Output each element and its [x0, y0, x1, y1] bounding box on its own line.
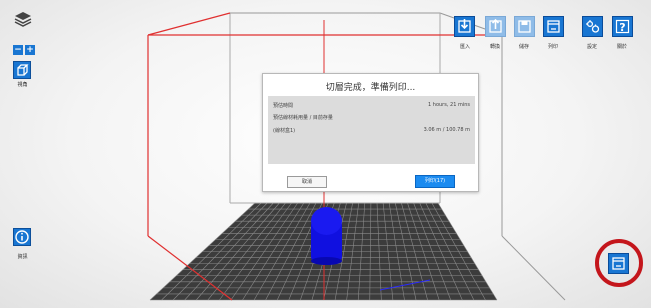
info-button[interactable] — [13, 228, 31, 246]
layers-icon[interactable] — [14, 10, 32, 28]
zoom-out-button[interactable]: − — [13, 45, 23, 55]
print-estimate-panel: 預估時間 1 hours, 21 mins 預估線材耗用量 / 目前存量 (線材… — [268, 96, 475, 164]
svg-text:?: ? — [619, 21, 625, 34]
info-icon — [15, 230, 29, 244]
print-icon — [547, 20, 560, 33]
print-preview-button[interactable] — [608, 253, 629, 274]
filament-usage-row: 預估線材耗用量 / 目前存量 — [273, 114, 470, 121]
settings-button[interactable] — [582, 16, 603, 37]
view-angle-label: 視角 — [17, 82, 28, 88]
print-model[interactable] — [311, 207, 342, 265]
save-icon — [518, 20, 531, 33]
help-button[interactable]: ? — [612, 16, 633, 37]
print-start-button[interactable]: 列印(17) — [415, 175, 455, 188]
printer-app-window: − + 視角 資訊 匯入 轉換 儲存 列印 設定 ? 關於 切層完成，準備列印.… — [0, 0, 651, 308]
print-button[interactable] — [543, 16, 564, 37]
cancel-button[interactable]: 取消 — [287, 176, 327, 188]
settings-icon — [586, 20, 600, 33]
cartridge-label: (線材盒1) — [273, 128, 296, 134]
zoom-in-button[interactable]: + — [25, 45, 35, 55]
cartridge-row: (線材盒1) 3.06 m / 100.78 m — [273, 127, 470, 134]
export-button[interactable] — [485, 16, 506, 37]
cartridge-value: 3.06 m / 100.78 m — [423, 127, 470, 133]
import-label: 匯入 — [459, 44, 470, 50]
view-angle-button[interactable] — [13, 61, 31, 79]
info-label: 資訊 — [17, 254, 28, 260]
help-icon: ? — [615, 19, 630, 34]
estimated-time-row: 預估時間 1 hours, 21 mins — [273, 102, 470, 109]
export-label: 轉換 — [489, 44, 500, 50]
settings-label: 設定 — [586, 44, 597, 50]
import-button[interactable] — [454, 16, 475, 37]
print-label: 列印 — [547, 44, 558, 50]
export-icon — [489, 18, 502, 33]
help-label: 關於 — [616, 44, 627, 50]
save-label: 儲存 — [518, 44, 529, 50]
filament-usage-label: 預估線材耗用量 / 目前存量 — [273, 115, 333, 121]
cube-icon — [17, 64, 29, 76]
import-icon — [458, 19, 471, 33]
estimated-time-value: 1 hours, 21 mins — [428, 102, 470, 108]
dialog-title: 切層完成，準備列印... — [325, 83, 416, 93]
slicing-complete-dialog: 切層完成，準備列印... 預估時間 1 hours, 21 mins 預估線材耗… — [262, 73, 479, 192]
print-icon — [612, 257, 625, 270]
save-button[interactable] — [514, 16, 535, 37]
estimated-time-label: 預估時間 — [273, 103, 294, 109]
